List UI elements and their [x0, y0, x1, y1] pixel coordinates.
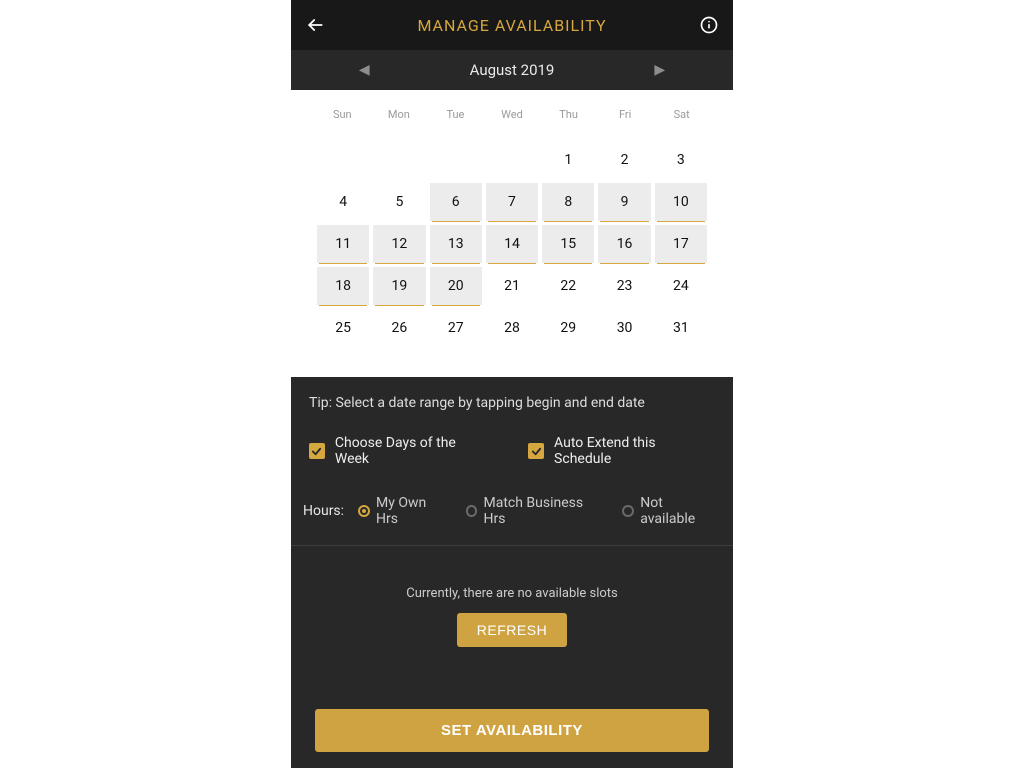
radio-icon [358, 505, 370, 517]
prev-month-icon[interactable]: ◀ [359, 62, 370, 78]
calendar-day[interactable]: 12 [373, 225, 425, 263]
calendar-day[interactable]: 5 [373, 183, 425, 221]
calendar: SunMonTueWedThuFriSat 123456789101112131… [291, 90, 733, 377]
calendar-day[interactable]: 7 [486, 183, 538, 221]
refresh-button[interactable]: REFRESH [457, 613, 567, 647]
calendar-day[interactable]: 3 [655, 141, 707, 179]
calendar-day[interactable]: 18 [317, 267, 369, 305]
hours-label: Hours: [303, 503, 344, 519]
slots-area: Currently, there are no available slots … [291, 546, 733, 693]
hours-options: My Own Hrs Match Business Hrs Not availabl… [358, 495, 721, 527]
calendar-day[interactable]: 31 [655, 309, 707, 347]
hours-option-label: Not available [640, 495, 721, 527]
calendar-day[interactable]: 11 [317, 225, 369, 263]
calendar-day[interactable]: 1 [542, 141, 594, 179]
back-arrow-icon[interactable] [305, 15, 325, 35]
hours-option[interactable]: Not available [622, 495, 721, 527]
set-availability-button[interactable]: SET AVAILABILITY [315, 709, 709, 752]
hours-option-label: My Own Hrs [376, 495, 451, 527]
weekday-label: Thu [543, 108, 594, 121]
hours-option[interactable]: Match Business Hrs [466, 495, 609, 527]
calendar-day[interactable]: 15 [542, 225, 594, 263]
choose-days-checkbox[interactable]: Choose Days of the Week [309, 435, 492, 467]
next-month-icon[interactable]: ▶ [654, 62, 665, 78]
auto-extend-label: Auto Extend this Schedule [554, 435, 715, 467]
hours-option-label: Match Business Hrs [483, 495, 608, 527]
calendar-day[interactable]: 28 [486, 309, 538, 347]
no-slots-text: Currently, there are no available slots [406, 586, 618, 601]
calendar-day[interactable]: 6 [430, 183, 482, 221]
calendar-day[interactable]: 19 [373, 267, 425, 305]
settings-panel: Tip: Select a date range by tapping begi… [291, 377, 733, 768]
calendar-day[interactable]: 30 [598, 309, 650, 347]
choose-days-label: Choose Days of the Week [335, 435, 492, 467]
month-navigator: ◀ August 2019 ▶ [291, 50, 733, 90]
calendar-day[interactable]: 16 [598, 225, 650, 263]
weekday-label: Fri [600, 108, 651, 121]
page-title: MANAGE AVAILABILITY [417, 16, 606, 35]
calendar-empty-cell [373, 141, 425, 179]
calendar-empty-cell [430, 141, 482, 179]
calendar-day[interactable]: 8 [542, 183, 594, 221]
calendar-day[interactable]: 23 [598, 267, 650, 305]
set-availability-wrap: SET AVAILABILITY [291, 693, 733, 768]
app-header: MANAGE AVAILABILITY [291, 0, 733, 50]
weekday-label: Tue [430, 108, 481, 121]
calendar-day[interactable]: 2 [598, 141, 650, 179]
hours-option[interactable]: My Own Hrs [358, 495, 451, 527]
calendar-day[interactable]: 25 [317, 309, 369, 347]
checkbox-checked-icon [528, 443, 544, 459]
auto-extend-checkbox[interactable]: Auto Extend this Schedule [528, 435, 715, 467]
calendar-day[interactable]: 9 [598, 183, 650, 221]
radio-icon [622, 505, 634, 517]
calendar-day[interactable]: 26 [373, 309, 425, 347]
weekday-label: Sun [317, 108, 368, 121]
app-screen: MANAGE AVAILABILITY ◀ August 2019 ▶ Sun M… [291, 0, 733, 768]
weekday-label: Wed [487, 108, 538, 121]
hours-row: Hours: My Own Hrs Match Business Hrs Not a… [291, 489, 733, 546]
info-icon[interactable] [699, 15, 719, 35]
calendar-grid: 1234567891011121314151617181920212223242… [317, 141, 707, 347]
checkbox-checked-icon [309, 443, 325, 459]
calendar-day[interactable]: 20 [430, 267, 482, 305]
calendar-day[interactable]: 29 [542, 309, 594, 347]
calendar-day[interactable]: 4 [317, 183, 369, 221]
checkbox-row: Choose Days of the Week Auto Extend this… [291, 425, 733, 489]
tip-text: Tip: Select a date range by tapping begi… [291, 377, 733, 425]
calendar-day[interactable]: 17 [655, 225, 707, 263]
month-label: August 2019 [470, 61, 555, 79]
calendar-day[interactable]: 14 [486, 225, 538, 263]
weekday-label: Sat [656, 108, 707, 121]
weekday-label: Mon [374, 108, 425, 121]
calendar-day[interactable]: 22 [542, 267, 594, 305]
calendar-day[interactable]: 13 [430, 225, 482, 263]
calendar-empty-cell [317, 141, 369, 179]
calendar-day[interactable]: 24 [655, 267, 707, 305]
radio-icon [466, 505, 478, 517]
calendar-day[interactable]: 27 [430, 309, 482, 347]
weekday-header-row: Sun Mon Tue Wed Thu Fri Sat [317, 108, 707, 121]
calendar-day[interactable]: 10 [655, 183, 707, 221]
calendar-empty-cell [486, 141, 538, 179]
calendar-day[interactable]: 21 [486, 267, 538, 305]
